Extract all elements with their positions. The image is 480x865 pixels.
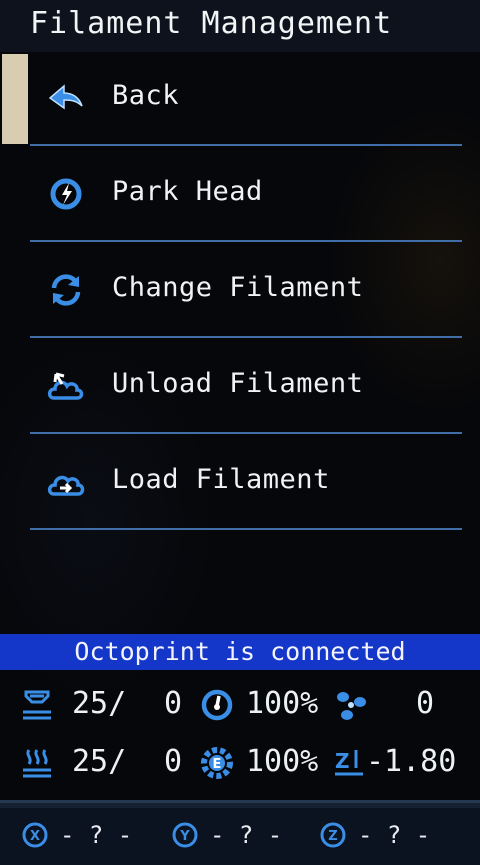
- flow-value[interactable]: 100%: [246, 742, 318, 782]
- menu-item-change-filament[interactable]: Change Filament: [0, 244, 480, 338]
- z-axis-icon: Z: [320, 822, 346, 848]
- menu-item-unload-filament[interactable]: Unload Filament: [0, 340, 480, 434]
- y-axis-value: - ? -: [210, 821, 283, 849]
- selection-marker: [2, 54, 28, 144]
- svg-text:X: X: [30, 829, 40, 844]
- speed-gauge-icon[interactable]: [200, 688, 234, 722]
- bed-temp-target[interactable]: 0: [164, 684, 182, 724]
- unload-filament-icon: [47, 372, 84, 400]
- readout-row-2: 25/ 0 E 100% Z -1.80: [0, 738, 480, 786]
- park-head-icon: [50, 178, 82, 210]
- extruder-flow-icon[interactable]: E: [200, 746, 234, 780]
- title-bar: Filament Management: [0, 0, 480, 52]
- bed-temperature-icon[interactable]: [20, 688, 54, 722]
- svg-text:E: E: [213, 757, 222, 772]
- z-offset-value[interactable]: -1.80: [366, 742, 456, 782]
- menu-separator: [30, 432, 462, 434]
- menu-item-label: Back: [112, 80, 180, 111]
- menu-item-label: Load Filament: [112, 464, 330, 495]
- menu-item-label: Unload Filament: [112, 368, 364, 399]
- x-axis-value: - ? -: [60, 821, 133, 849]
- menu-item-label: Park Head: [112, 176, 263, 207]
- connection-status-text: Octoprint is connected: [74, 637, 406, 666]
- hotend-temperature-icon[interactable]: [20, 746, 54, 780]
- menu-item-label: Change Filament: [112, 272, 364, 303]
- connection-status-bar: Octoprint is connected: [0, 634, 480, 670]
- printer-screen: Filament Management Back Park Head Chang…: [0, 0, 480, 865]
- svg-text:Y: Y: [179, 829, 190, 844]
- page-title: Filament Management: [30, 6, 393, 41]
- hotend-temp-target[interactable]: 0: [164, 742, 182, 782]
- menu-item-load-filament[interactable]: Load Filament: [0, 436, 480, 530]
- load-filament-icon: [47, 475, 85, 496]
- speed-value[interactable]: 100%: [246, 684, 318, 724]
- menu-separator: [30, 336, 462, 338]
- axis-position-bar: X - ? - Y - ? - Z - ? -: [0, 800, 480, 865]
- bed-temp-current: 25/: [72, 686, 127, 721]
- menu-separator: [30, 528, 462, 530]
- menu-separator: [30, 240, 462, 242]
- readout-row-1: 25/ 0 100% 0: [0, 680, 480, 728]
- refresh-icon: [51, 274, 81, 306]
- x-axis-icon: X: [22, 822, 48, 848]
- menu-item-back[interactable]: Back: [0, 52, 480, 146]
- svg-text:Z: Z: [328, 829, 337, 844]
- fan-value[interactable]: 0: [416, 684, 434, 724]
- z-offset-icon[interactable]: Z: [332, 746, 366, 780]
- menu-item-park-head[interactable]: Park Head: [0, 148, 480, 242]
- hotend-temp-current: 25/: [72, 744, 127, 779]
- fan-icon[interactable]: [334, 688, 368, 722]
- menu-separator: [30, 144, 462, 146]
- svg-text:Z: Z: [335, 749, 350, 773]
- back-arrow-icon: [48, 84, 83, 110]
- z-axis-value: - ? -: [358, 821, 431, 849]
- y-axis-icon: Y: [172, 822, 198, 848]
